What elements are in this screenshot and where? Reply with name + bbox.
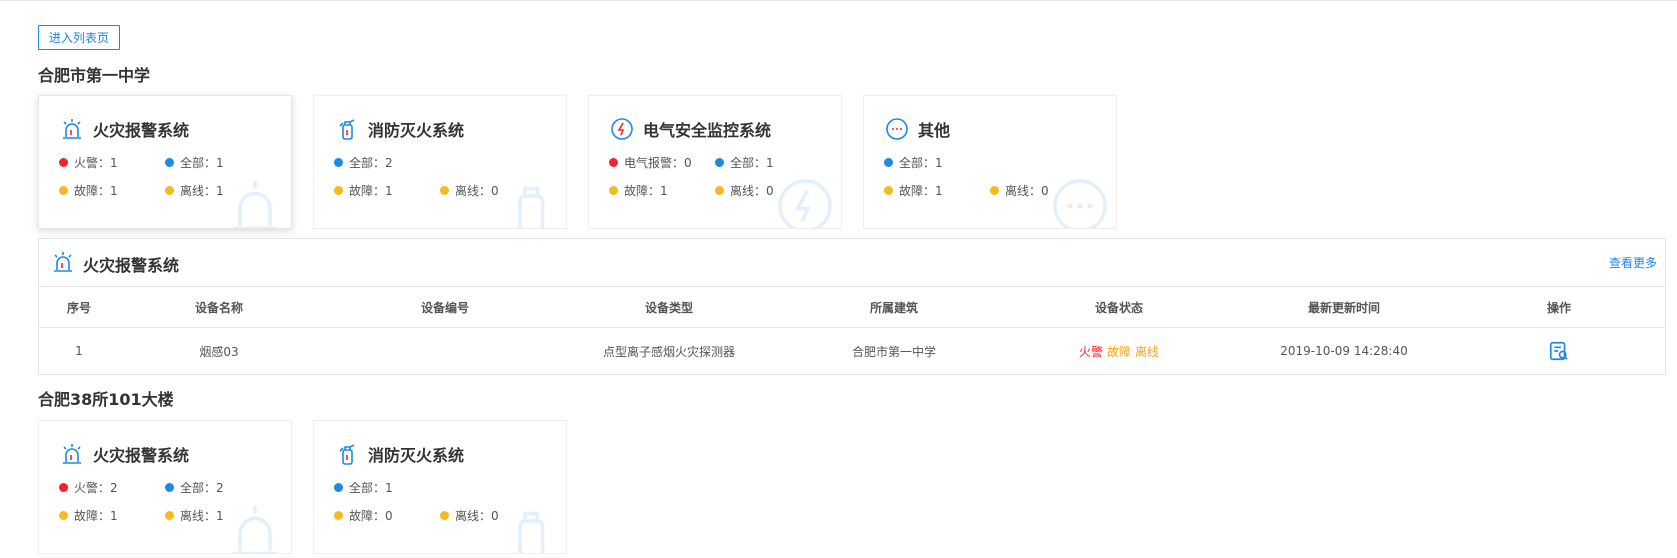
cell-action [1519, 328, 1599, 374]
yellow-dot-icon [609, 186, 618, 195]
stat-total: 全部：1 [334, 479, 393, 496]
cell-device-status: 火警 故障 离线 [1019, 328, 1219, 374]
site-title: 合肥38所101大楼 [38, 390, 174, 409]
yellow-dot-icon [884, 186, 893, 195]
view-detail-icon[interactable] [1548, 340, 1570, 362]
blue-dot-icon [715, 158, 724, 167]
card-title: 电气安全监控系统 [643, 121, 772, 140]
column-header: 设备编号 [420, 300, 469, 315]
stat-offline: 离线：0 [715, 182, 774, 199]
red-dot-icon [609, 158, 618, 167]
yellow-dot-icon [440, 511, 449, 520]
cell-device-type: 点型离子感烟火灾探测器 [602, 344, 735, 359]
stat-fault: 故障：0 [334, 507, 393, 524]
view-more-link[interactable]: 查看更多 [1609, 254, 1657, 271]
status-offline: 离线 [1135, 344, 1160, 359]
cell-building: 合肥市第一中学 [851, 344, 936, 359]
stat-total: 全部：2 [334, 154, 393, 171]
card-title: 火灾报警系统 [93, 446, 190, 465]
yellow-dot-icon [59, 186, 68, 195]
stat-fire: 火警：2 [59, 479, 118, 496]
top-divider [0, 0, 1677, 1]
column-header: 所属建筑 [869, 300, 918, 315]
alarm-light-watermark-icon [225, 501, 285, 553]
panel-title: 火灾报警系统 [83, 256, 180, 275]
blue-dot-icon [334, 158, 343, 167]
status-fault: 故障 [1106, 344, 1131, 359]
alarm-light-icon [51, 250, 77, 276]
enter-list-page-button[interactable]: 进入列表页 [38, 25, 121, 50]
system-card-fire-extinguishing[interactable]: 消防灭火系统 全部：2 故障：1 离线：0 [313, 95, 567, 229]
cell-index: 1 [75, 344, 83, 358]
yellow-dot-icon [990, 186, 999, 195]
cell-device-name: 烟感03 [199, 344, 239, 359]
card-title: 其他 [918, 121, 951, 140]
electric-gauge-icon [609, 116, 635, 142]
card-title: 火灾报警系统 [93, 121, 190, 140]
fire-extinguisher-icon [334, 441, 360, 467]
stat-fault: 故障：1 [334, 182, 393, 199]
column-header: 操作 [1546, 300, 1571, 315]
stat-total: 全部：1 [884, 154, 943, 171]
yellow-dot-icon [334, 186, 343, 195]
column-header: 序号 [66, 300, 91, 315]
yellow-dot-icon [440, 186, 449, 195]
yellow-dot-icon [334, 511, 343, 520]
stat-offline: 离线：0 [440, 182, 499, 199]
cell-device-code [345, 328, 545, 374]
site-title: 合肥市第一中学 [38, 66, 151, 85]
table-row: 1 烟感03 点型离子感烟火灾探测器 合肥市第一中学 火警 故障 离线 2019… [39, 328, 1665, 374]
fire-extinguisher-watermark-icon [500, 501, 560, 553]
yellow-dot-icon [715, 186, 724, 195]
blue-dot-icon [884, 158, 893, 167]
fire-alarm-device-panel: 火灾报警系统 查看更多 序号 设备名称 设备编号 设备类型 所属建筑 设备状态 … [38, 238, 1666, 375]
fire-extinguisher-icon [334, 116, 360, 142]
more-dots-icon [884, 116, 910, 142]
yellow-dot-icon [59, 511, 68, 520]
column-header: 最新更新时间 [1307, 300, 1380, 315]
electric-gauge-watermark-icon [775, 176, 835, 228]
stat-offline: 离线：1 [165, 507, 224, 524]
column-header: 设备状态 [1094, 300, 1143, 315]
stat-fault: 故障：1 [884, 182, 943, 199]
stat-offline: 离线：1 [165, 182, 224, 199]
stat-offline: 离线：0 [990, 182, 1049, 199]
stat-fault: 故障：1 [609, 182, 668, 199]
card-title: 消防灭火系统 [368, 446, 465, 465]
system-card-electrical-safety[interactable]: 电气安全监控系统 电气报警：0 全部：1 故障：1 离线：0 [588, 95, 842, 229]
yellow-dot-icon [165, 186, 174, 195]
stat-fault: 故障：1 [59, 182, 118, 199]
card-title: 消防灭火系统 [368, 121, 465, 140]
system-card-other[interactable]: 其他 全部：1 故障：1 离线：0 [863, 95, 1117, 229]
red-dot-icon [59, 483, 68, 492]
alarm-light-icon [59, 441, 85, 467]
more-dots-watermark-icon [1050, 176, 1110, 228]
fire-extinguisher-watermark-icon [500, 176, 560, 228]
alarm-light-icon [59, 116, 85, 142]
yellow-dot-icon [165, 511, 174, 520]
stat-electrical-alarm: 电气报警：0 [609, 154, 692, 171]
table-header: 序号 设备名称 设备编号 设备类型 所属建筑 设备状态 最新更新时间 操作 [39, 287, 1665, 328]
system-card-fire-alarm[interactable]: 火灾报警系统 火警：1 全部：1 故障：1 离线：1 [38, 95, 292, 229]
column-header: 设备类型 [644, 300, 693, 315]
stat-total: 全部：2 [165, 479, 224, 496]
status-fire: 火警 [1078, 344, 1103, 359]
column-header: 设备名称 [194, 300, 243, 315]
blue-dot-icon [334, 483, 343, 492]
stat-offline: 离线：0 [440, 507, 499, 524]
panel-header: 火灾报警系统 查看更多 [39, 239, 1665, 287]
stat-fault: 故障：1 [59, 507, 118, 524]
alarm-light-watermark-icon [225, 176, 285, 228]
stat-total: 全部：1 [715, 154, 774, 171]
system-card-fire-extinguishing[interactable]: 消防灭火系统 全部：1 故障：0 离线：0 [313, 420, 567, 554]
stat-fire: 火警：1 [59, 154, 118, 171]
stat-total: 全部：1 [165, 154, 224, 171]
system-card-fire-alarm[interactable]: 火灾报警系统 火警：2 全部：2 故障：1 离线：1 [38, 420, 292, 554]
blue-dot-icon [165, 483, 174, 492]
blue-dot-icon [165, 158, 174, 167]
red-dot-icon [59, 158, 68, 167]
cell-updated-time: 2019-10-09 14:28:40 [1280, 344, 1408, 358]
